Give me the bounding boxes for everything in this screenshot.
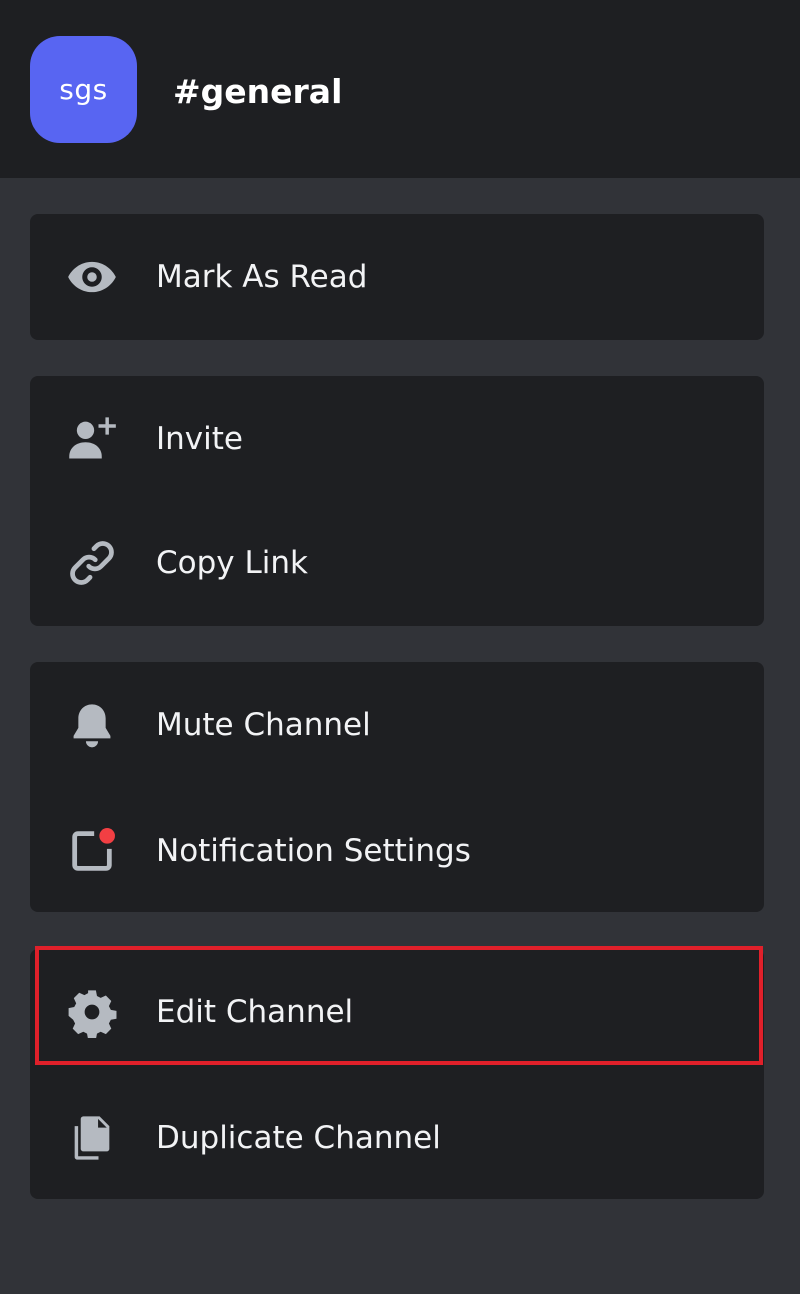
menu-group-read: Mark As Read (30, 214, 764, 340)
gear-icon (66, 986, 118, 1038)
mark-as-read-item[interactable]: Mark As Read (30, 214, 764, 340)
menu-group-notifications: Mute Channel Notification Settings (30, 662, 764, 912)
add-user-icon (66, 413, 118, 465)
mark-as-read-label: Mark As Read (156, 259, 368, 295)
menu-group-channel: Edit Channel Duplicate Channel (30, 949, 764, 1199)
notification-settings-item[interactable]: Notification Settings (30, 788, 764, 914)
channel-header: sgs #general (0, 0, 800, 178)
notification-settings-label: Notification Settings (156, 833, 471, 869)
server-avatar[interactable]: sgs (30, 36, 137, 143)
edit-channel-item[interactable]: Edit Channel (30, 949, 764, 1075)
channel-title: #general (173, 72, 343, 111)
mute-channel-item[interactable]: Mute Channel (30, 662, 764, 788)
menu-group-share: Invite Copy Link (30, 376, 764, 626)
invite-item[interactable]: Invite (30, 376, 764, 502)
link-icon (66, 537, 118, 589)
mute-channel-label: Mute Channel (156, 707, 371, 743)
invite-label: Invite (156, 421, 243, 457)
edit-channel-label: Edit Channel (156, 994, 354, 1030)
notification-square-icon (66, 825, 118, 877)
copy-link-item[interactable]: Copy Link (30, 500, 764, 626)
eye-icon (66, 251, 118, 303)
copy-link-label: Copy Link (156, 545, 308, 581)
bell-icon (66, 699, 118, 751)
copy-documents-icon (66, 1112, 118, 1164)
duplicate-channel-label: Duplicate Channel (156, 1120, 441, 1156)
duplicate-channel-item[interactable]: Duplicate Channel (30, 1075, 764, 1201)
